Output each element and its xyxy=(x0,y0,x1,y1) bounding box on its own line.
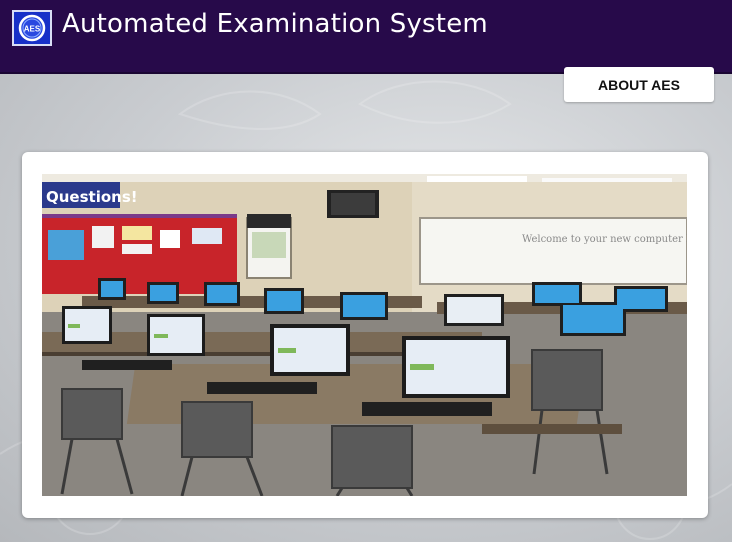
hero-image-frame: Questions! Welcome to your new computer … xyxy=(22,152,708,518)
logo-text: AES xyxy=(24,25,41,34)
app-title: Automated Examination System xyxy=(62,9,488,39)
about-aes-button[interactable]: ABOUT AES xyxy=(564,67,714,102)
whiteboard-text: Welcome to your new computer lab! xyxy=(522,234,687,245)
questions-banner-text: Questions! xyxy=(46,188,138,206)
computer-lab-photo: Questions! Welcome to your new computer … xyxy=(42,174,687,496)
aes-logo-icon: AES xyxy=(12,10,52,46)
app-header: AES Automated Examination System xyxy=(0,0,732,74)
